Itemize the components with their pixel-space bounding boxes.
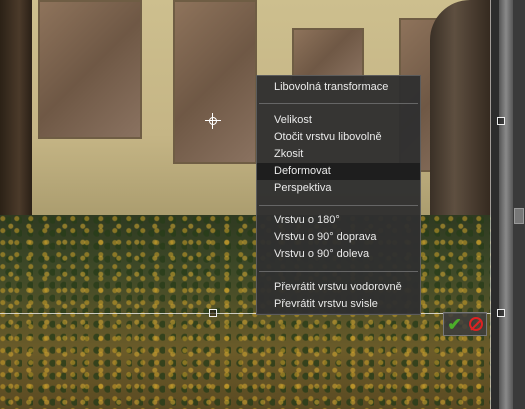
menu-separator [259, 205, 418, 206]
transform-context-menu: Libovolná transformace Velikost Otočit v… [256, 75, 421, 315]
menu-separator [259, 271, 418, 272]
photo-tombstone [38, 0, 142, 139]
menu-separator [259, 103, 418, 104]
checkmark-icon[interactable]: ✔ [447, 316, 461, 333]
photo-tombstone [292, 28, 364, 82]
transform-handle-bottom-right[interactable] [497, 309, 505, 317]
menu-item-distort[interactable]: Deformovat [257, 163, 420, 180]
menu-item-free-transform[interactable]: Libovolná transformace [257, 79, 420, 96]
menu-item-size[interactable]: Velikost [257, 112, 420, 129]
vertical-scrollbar[interactable] [513, 0, 525, 409]
menu-item-skew[interactable]: Zkosit [257, 146, 420, 163]
transform-actions: ✔ [443, 312, 487, 336]
scrollbar-thumb[interactable] [514, 208, 524, 224]
menu-item-rotate-90-ccw[interactable]: Vrstvu o 90° doleva [257, 246, 420, 263]
photo-tombstone [173, 0, 257, 164]
photo-tree [0, 0, 32, 230]
transform-handle-right[interactable] [497, 117, 505, 125]
menu-item-flip-vertical[interactable]: Převrátit vrstvu svisle [257, 296, 420, 313]
menu-item-rotate-90-cw[interactable]: Vrstvu o 90° doprava [257, 229, 420, 246]
side-rail [499, 0, 513, 409]
transform-center-icon[interactable] [205, 113, 221, 129]
menu-item-perspective[interactable]: Perspektiva [257, 180, 420, 197]
menu-item-flip-horizontal[interactable]: Převrátit vrstvu vodorovně [257, 279, 420, 296]
cancel-icon[interactable] [468, 317, 483, 331]
transform-handle-bottom[interactable] [209, 309, 217, 317]
menu-item-rotate-free[interactable]: Otočit vrstvu libovolně [257, 129, 420, 146]
menu-item-rotate-180[interactable]: Vrstvu o 180° [257, 212, 420, 229]
